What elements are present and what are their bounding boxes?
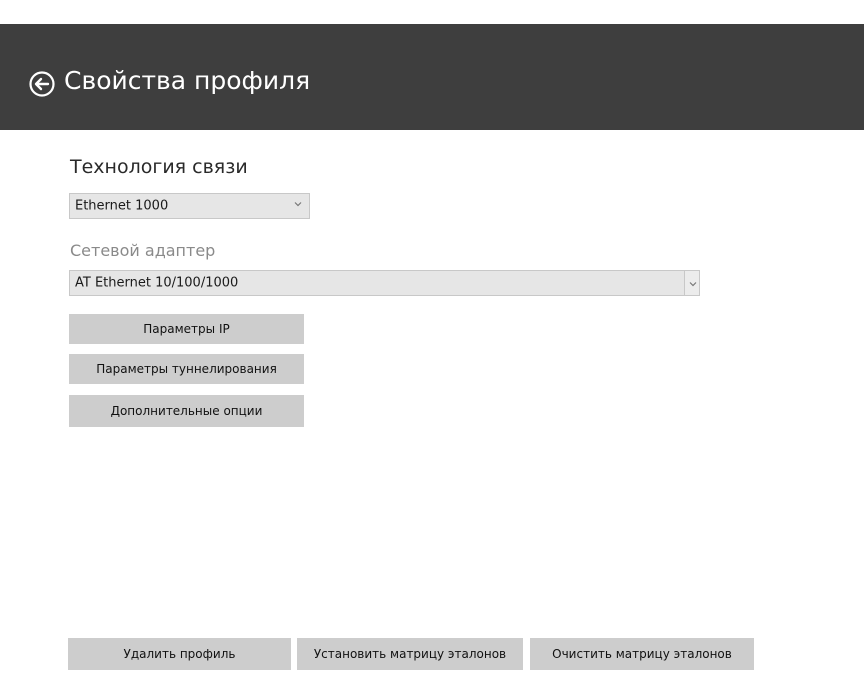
technology-dropdown-value: Ethernet 1000 [75, 198, 169, 214]
back-button[interactable] [28, 70, 56, 98]
network-adapter-dropdown[interactable]: AT Ethernet 10/100/1000 [69, 270, 685, 296]
tunneling-parameters-button[interactable]: Параметры туннелирования [69, 354, 304, 384]
delete-profile-button[interactable]: Удалить профиль [68, 638, 291, 670]
top-strip [0, 0, 864, 24]
technology-label: Технология связи [70, 156, 248, 178]
chevron-down-icon [294, 202, 302, 207]
set-reference-matrix-button[interactable]: Установить матрицу эталонов [297, 638, 523, 670]
additional-options-button[interactable]: Дополнительные опции [69, 395, 304, 427]
ip-parameters-button[interactable]: Параметры IP [69, 314, 304, 344]
clear-reference-matrix-button[interactable]: Очистить матрицу эталонов [530, 638, 754, 670]
arrow-left-circle-icon [29, 71, 55, 97]
network-adapter-dropdown-toggle[interactable] [684, 270, 700, 296]
network-adapter-dropdown-value: AT Ethernet 10/100/1000 [75, 275, 239, 291]
page-title: Свойства профиля [64, 66, 311, 95]
technology-dropdown[interactable]: Ethernet 1000 [69, 193, 310, 219]
chevron-down-icon [689, 282, 697, 287]
network-adapter-label: Сетевой адаптер [70, 241, 216, 260]
